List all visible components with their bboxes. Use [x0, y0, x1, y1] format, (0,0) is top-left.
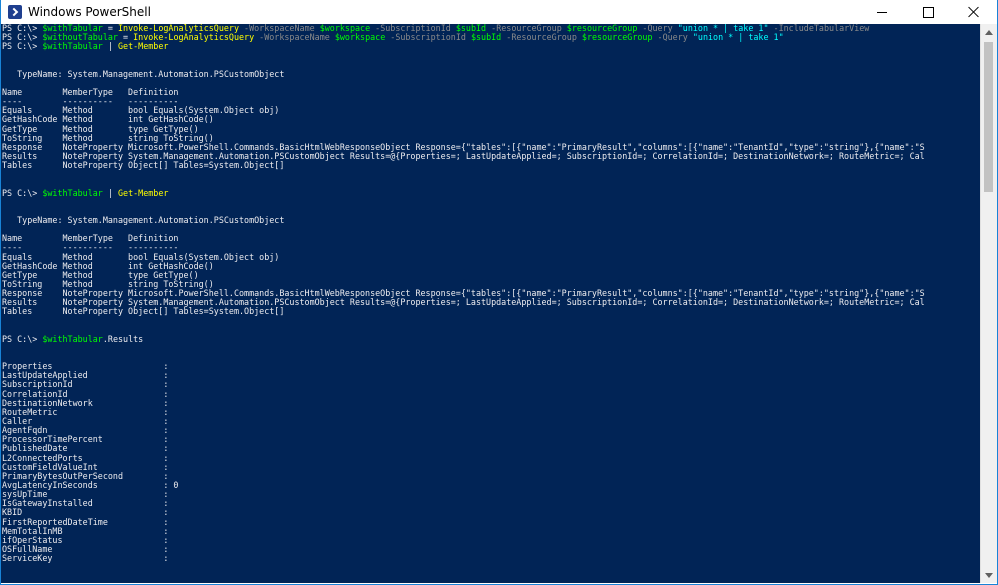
console-text-segment: Get-Member	[118, 41, 169, 52]
console-text-segment: TypeName: System.Management.Automation.P…	[2, 68, 285, 79]
close-icon	[968, 6, 980, 18]
maximize-button[interactable]	[905, 0, 951, 24]
console-lines: PS C:\> $withTabular = Invoke-LogAnalyti…	[1, 24, 981, 563]
console-text-segment: "union * | take 1"	[692, 32, 784, 43]
console-text-segment: |	[102, 187, 118, 198]
console-text-segment: -ResourceGroup	[501, 32, 582, 43]
console-line: ServiceKey :	[2, 554, 981, 563]
console-text-segment: -IncludeTabularView	[768, 24, 870, 33]
console-text-segment: -WorkspaceName	[254, 32, 335, 43]
window-controls	[859, 0, 997, 24]
chevron-down-icon	[985, 572, 993, 578]
console-text-segment: PS C:\>	[2, 41, 43, 52]
console-line: TypeName: System.Management.Automation.P…	[2, 214, 981, 225]
console-text-segment: $workspace	[334, 32, 386, 43]
console-output[interactable]: PS C:\> $withTabular = Invoke-LogAnalyti…	[1, 24, 981, 583]
console-text-segment: -Query	[652, 32, 693, 43]
console-text-segment: TypeName: System.Management.Automation.P…	[2, 214, 285, 225]
window-title: Windows PowerShell	[28, 5, 151, 19]
maximize-icon	[922, 6, 934, 18]
console-text-segment: PS C:\>	[2, 187, 43, 198]
minimize-button[interactable]	[859, 0, 905, 24]
powershell-icon[interactable]	[8, 5, 22, 19]
console-line: Tables NoteProperty Object[] Tables=Syst…	[2, 161, 981, 170]
minimize-icon	[877, 11, 887, 13]
close-button[interactable]	[951, 0, 997, 24]
console-line: TypeName: System.Management.Automation.P…	[2, 68, 981, 79]
console-line: Tables NoteProperty Object[] Tables=Syst…	[2, 307, 981, 316]
console-line: PS C:\> $withTabular.Results	[2, 333, 981, 344]
console-text-segment: |	[102, 41, 118, 52]
chevron-up-icon	[985, 29, 993, 35]
console-text-segment: Tables NoteProperty Object[] Tables=Syst…	[2, 306, 285, 317]
console-text-segment: $withTabular	[42, 41, 103, 52]
powershell-window: Windows PowerShell PS C:\> $withTabular …	[0, 0, 998, 585]
console-text-segment: -SubscriptionId	[385, 32, 471, 43]
vertical-scrollbar[interactable]	[980, 24, 997, 583]
console-text-segment: ServiceKey :	[2, 553, 169, 564]
console-text-segment: PS C:\>	[2, 333, 43, 344]
title-bar[interactable]: Windows PowerShell	[1, 0, 997, 24]
scroll-up-button[interactable]	[981, 24, 997, 40]
scrollbar-thumb[interactable]	[984, 42, 993, 192]
console-text-segment: Tables NoteProperty Object[] Tables=Syst…	[2, 160, 285, 171]
console-text-segment: Get-Member	[118, 187, 169, 198]
scroll-down-button[interactable]	[981, 567, 997, 583]
console-line: PS C:\> $withTabular | Get-Member	[2, 42, 981, 51]
console-text-segment: $withTabular	[42, 187, 103, 198]
console-text-segment: .Results	[102, 333, 144, 344]
console-text-segment: $subId	[470, 32, 502, 43]
console-text-segment: $resourceGroup	[581, 32, 653, 43]
console-text-segment: $withTabular	[42, 333, 103, 344]
console-line: PS C:\> $withTabular | Get-Member	[2, 187, 981, 198]
